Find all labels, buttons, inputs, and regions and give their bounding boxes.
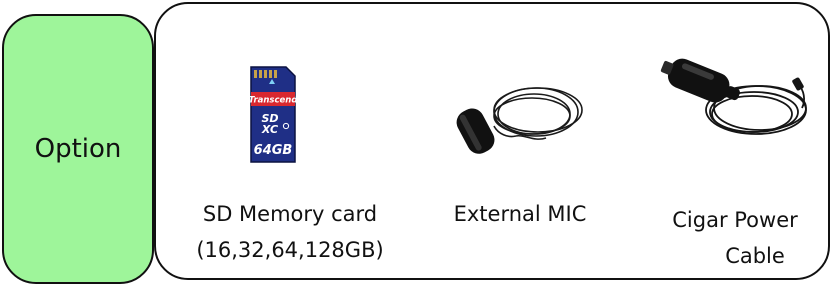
mic-caption: External MIC — [425, 196, 615, 232]
cigar-power-cable-image — [660, 50, 818, 150]
sd-card-caption: SD Memory card (16,32,64,128GB) — [180, 196, 400, 268]
cable-caption-line-2: Cable — [725, 244, 785, 268]
sd-xc-text: XC — [261, 123, 278, 136]
option-label: Option — [34, 134, 122, 164]
sd-capacity-text: 64GB — [254, 143, 293, 158]
sd-card-image: Transcend SD XC 64GB — [248, 66, 298, 168]
cable-caption-line-1: Cigar Power — [672, 208, 798, 232]
option-category-box: Option — [2, 14, 154, 284]
sd-card-caption-line-1: SD Memory card — [202, 202, 378, 226]
sd-brand-text: Transcend — [249, 96, 296, 106]
microphone-image — [454, 80, 586, 168]
sd-card-caption-line-2: (16,32,64,128GB) — [196, 238, 384, 262]
cable-caption: Cigar Power Cable — [650, 202, 820, 274]
mic-caption-line-1: External MIC — [453, 202, 587, 226]
